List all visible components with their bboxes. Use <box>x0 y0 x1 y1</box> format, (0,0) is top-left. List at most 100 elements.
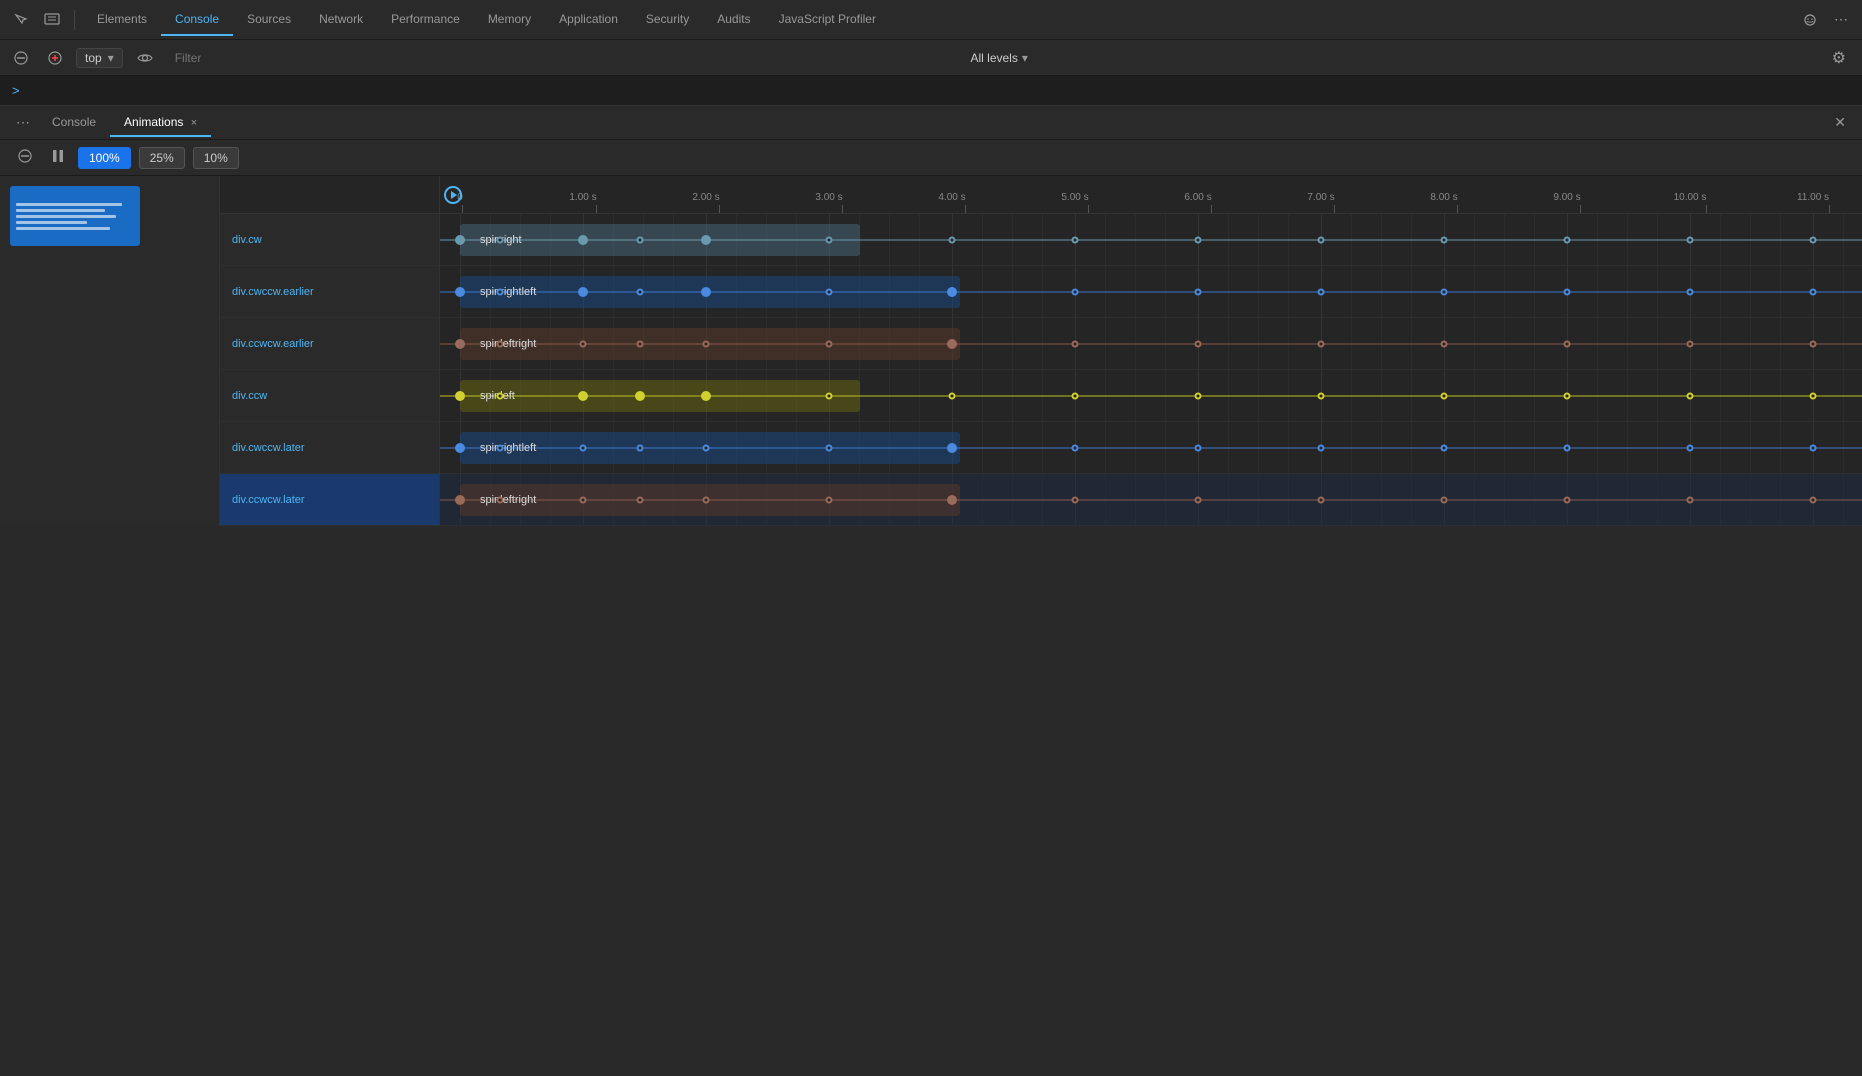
track-keyframe-dot[interactable] <box>1195 496 1202 503</box>
track-keyframe-dot[interactable] <box>1072 288 1079 295</box>
playhead[interactable] <box>444 186 462 204</box>
timeline-label[interactable]: div.ccw <box>220 370 439 422</box>
track-keyframe-dot[interactable] <box>1318 444 1325 451</box>
track-keyframe-dot[interactable] <box>947 495 957 505</box>
timeline-label[interactable]: div.ccwcw.earlier <box>220 318 439 370</box>
tab-network[interactable]: Network <box>305 4 377 36</box>
track-keyframe-dot[interactable] <box>578 391 588 401</box>
timeline-label[interactable]: div.cwccw.later <box>220 422 439 474</box>
filter-input[interactable] <box>167 49 963 67</box>
more-tools-btn[interactable]: ⋯ <box>1828 7 1854 32</box>
track-keyframe-dot[interactable] <box>701 235 711 245</box>
tab-memory[interactable]: Memory <box>474 4 545 36</box>
track-keyframe-dot[interactable] <box>455 391 465 401</box>
tab-animations-panel[interactable]: Animations × <box>110 109 211 137</box>
track-keyframe-dot[interactable] <box>1564 496 1571 503</box>
track-keyframe-dot[interactable] <box>1318 496 1325 503</box>
tab-sources[interactable]: Sources <box>233 4 305 36</box>
track-keyframe-dot[interactable] <box>1441 444 1448 451</box>
track-keyframe-dot[interactable] <box>578 287 588 297</box>
track-keyframe-dot[interactable] <box>1195 392 1202 399</box>
feedback-icon-btn[interactable] <box>1796 9 1824 31</box>
track-keyframe-dot[interactable] <box>1441 236 1448 243</box>
track-keyframe-dot[interactable] <box>1810 236 1817 243</box>
track-keyframe-dot[interactable] <box>497 496 504 503</box>
track-keyframe-dot[interactable] <box>637 496 644 503</box>
more-panels-btn[interactable]: ⋯ <box>8 110 38 135</box>
track-keyframe-dot[interactable] <box>1195 288 1202 295</box>
levels-selector[interactable]: All levels ▾ <box>971 51 1028 65</box>
track-keyframe-dot[interactable] <box>580 340 587 347</box>
track-row[interactable]: spinleftright <box>440 318 1862 370</box>
track-keyframe-dot[interactable] <box>578 235 588 245</box>
track-keyframe-dot[interactable] <box>497 288 504 295</box>
track-keyframe-dot[interactable] <box>1564 288 1571 295</box>
track-keyframe-dot[interactable] <box>580 444 587 451</box>
pause-animations-btn[interactable] <box>46 145 70 170</box>
tab-application[interactable]: Application <box>545 4 632 36</box>
track-keyframe-dot[interactable] <box>1564 340 1571 347</box>
track-row[interactable]: spinrightleft <box>440 266 1862 318</box>
track-keyframe-dot[interactable] <box>1072 236 1079 243</box>
tab-elements[interactable]: Elements <box>83 4 161 36</box>
track-keyframe-dot[interactable] <box>1810 496 1817 503</box>
track-keyframe-dot[interactable] <box>947 443 957 453</box>
track-keyframe-dot[interactable] <box>455 235 465 245</box>
track-keyframe-dot[interactable] <box>703 444 710 451</box>
track-keyframe-dot[interactable] <box>1687 444 1694 451</box>
track-keyframe-dot[interactable] <box>455 443 465 453</box>
track-keyframe-dot[interactable] <box>1810 288 1817 295</box>
track-keyframe-dot[interactable] <box>947 287 957 297</box>
track-keyframe-dot[interactable] <box>1318 288 1325 295</box>
speed-25-btn[interactable]: 25% <box>139 147 185 169</box>
track-keyframe-dot[interactable] <box>826 288 833 295</box>
track-keyframe-dot[interactable] <box>497 236 504 243</box>
track-row[interactable]: spinright <box>440 214 1862 266</box>
tab-js-profiler[interactable]: JavaScript Profiler <box>765 4 890 36</box>
track-keyframe-dot[interactable] <box>701 391 711 401</box>
track-keyframe-dot[interactable] <box>1441 496 1448 503</box>
clear-animations-btn[interactable] <box>12 145 38 170</box>
track-keyframe-dot[interactable] <box>1687 236 1694 243</box>
track-row[interactable]: spinleftright <box>440 474 1862 526</box>
track-keyframe-dot[interactable] <box>826 444 833 451</box>
preserve-log-btn[interactable] <box>42 47 68 69</box>
track-keyframe-dot[interactable] <box>949 236 956 243</box>
tab-console[interactable]: Console <box>161 4 233 36</box>
track-keyframe-dot[interactable] <box>826 340 833 347</box>
track-keyframe-dot[interactable] <box>701 287 711 297</box>
track-keyframe-dot[interactable] <box>947 339 957 349</box>
track-keyframe-dot[interactable] <box>455 495 465 505</box>
track-keyframe-dot[interactable] <box>1810 444 1817 451</box>
tab-performance[interactable]: Performance <box>377 4 474 36</box>
track-row[interactable]: spinrightleft <box>440 422 1862 474</box>
track-keyframe-dot[interactable] <box>826 496 833 503</box>
track-keyframe-dot[interactable] <box>1687 392 1694 399</box>
track-keyframe-dot[interactable] <box>1195 236 1202 243</box>
tab-security[interactable]: Security <box>632 4 703 36</box>
track-keyframe-dot[interactable] <box>826 392 833 399</box>
track-keyframe-dot[interactable] <box>635 391 645 401</box>
track-keyframe-dot[interactable] <box>1318 392 1325 399</box>
track-keyframe-dot[interactable] <box>1195 444 1202 451</box>
track-keyframe-dot[interactable] <box>497 444 504 451</box>
track-keyframe-dot[interactable] <box>455 287 465 297</box>
timeline-label[interactable]: div.ccwcw.later <box>220 474 439 526</box>
timeline-label[interactable]: div.cwccw.earlier <box>220 266 439 318</box>
track-keyframe-dot[interactable] <box>1072 496 1079 503</box>
tab-console-panel[interactable]: Console <box>38 109 110 137</box>
speed-10-btn[interactable]: 10% <box>193 147 239 169</box>
track-keyframe-dot[interactable] <box>826 236 833 243</box>
timeline-label[interactable]: div.cw <box>220 214 439 266</box>
track-keyframe-dot[interactable] <box>637 340 644 347</box>
track-keyframe-dot[interactable] <box>1564 236 1571 243</box>
track-keyframe-dot[interactable] <box>1810 392 1817 399</box>
track-keyframe-dot[interactable] <box>637 288 644 295</box>
track-row[interactable]: spinleft <box>440 370 1862 422</box>
track-keyframe-dot[interactable] <box>1318 236 1325 243</box>
track-keyframe-dot[interactable] <box>1687 496 1694 503</box>
track-keyframe-dot[interactable] <box>1441 392 1448 399</box>
context-selector[interactable]: top ▾ <box>76 48 123 68</box>
track-keyframe-dot[interactable] <box>497 340 504 347</box>
track-keyframe-dot[interactable] <box>637 444 644 451</box>
